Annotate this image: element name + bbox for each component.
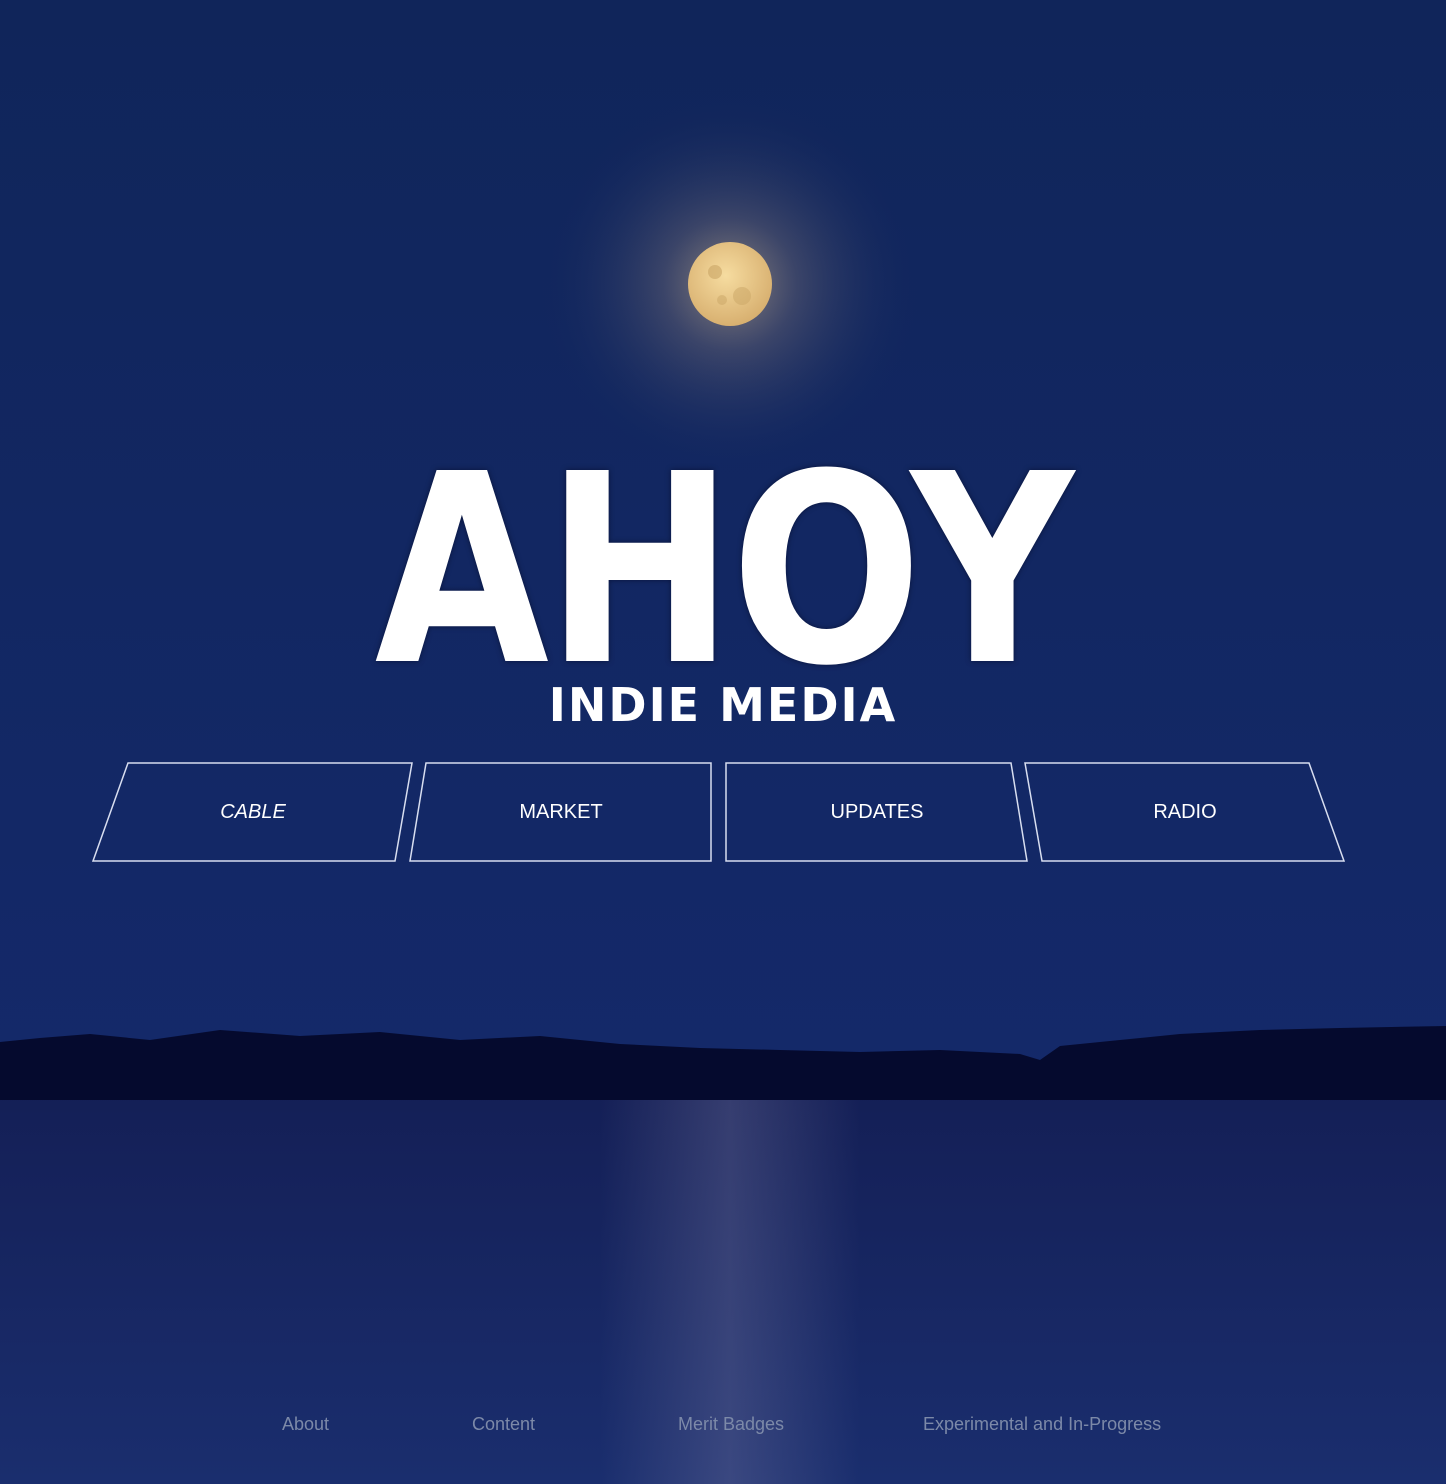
nav-label-updates: UPDATES [830, 800, 924, 823]
nav-button-radio[interactable]: RADIO [1024, 762, 1346, 862]
moon-icon [688, 242, 772, 326]
nav-button-cable[interactable]: CABLE [91, 762, 414, 862]
nav-label-market: MARKET [519, 800, 603, 823]
brand-logo: AHOY INDIE MEDIA [0, 418, 1446, 733]
background-scene [0, 0, 1446, 1484]
footer-link-about[interactable]: About [282, 1414, 329, 1435]
footer-link-experimental[interactable]: Experimental and In-Progress [923, 1414, 1161, 1435]
nav-button-updates[interactable]: UPDATES [725, 762, 1029, 862]
main-nav: CABLE MARKET UPDATES RADIO [0, 762, 1446, 864]
logo-title: AHOY [375, 418, 1074, 723]
footer-link-merit-badges[interactable]: Merit Badges [678, 1414, 784, 1435]
nav-label-radio: RADIO [1153, 800, 1217, 823]
nav-label-cable: CABLE [220, 800, 286, 823]
footer-nav: About Content Merit Badges Experimental … [0, 1410, 1446, 1440]
footer-link-content[interactable]: Content [472, 1414, 535, 1435]
logo-subtitle: INDIE MEDIA [548, 678, 898, 732]
nav-button-market[interactable]: MARKET [409, 762, 713, 862]
